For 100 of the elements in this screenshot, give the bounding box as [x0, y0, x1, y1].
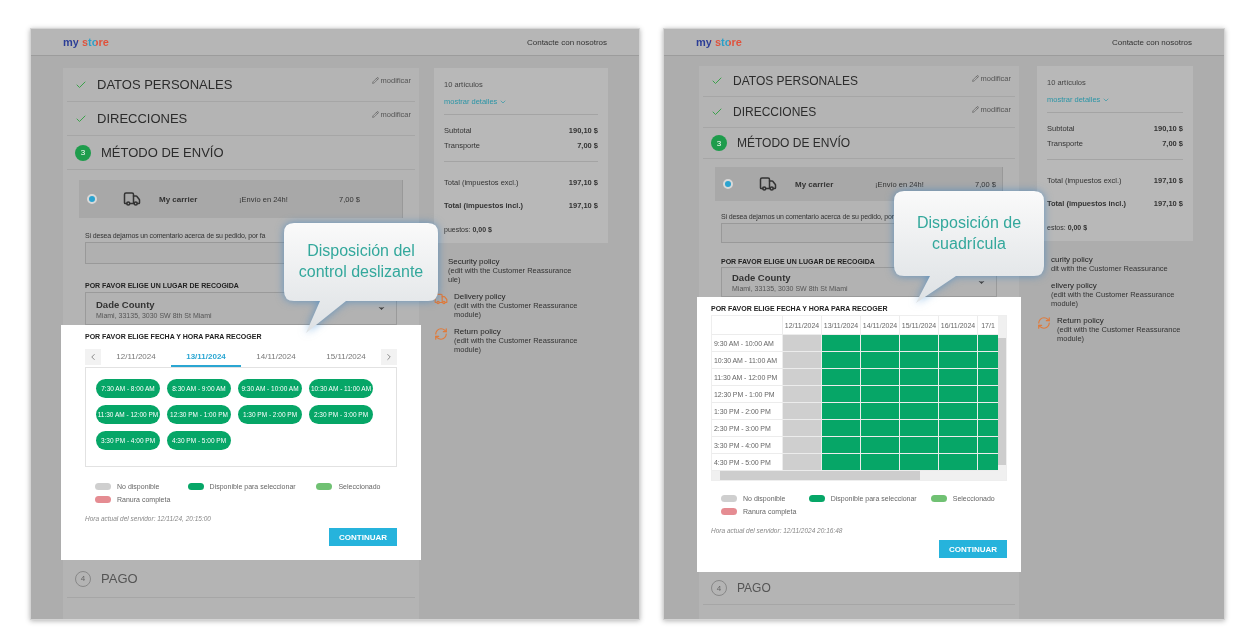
- check-icon: [711, 75, 723, 87]
- callout-text: Disposición del control deslizante: [297, 241, 425, 282]
- slot-cell[interactable]: [900, 352, 938, 368]
- slot-cell[interactable]: [861, 386, 899, 402]
- slot-cell[interactable]: [783, 335, 821, 351]
- slot-cell[interactable]: [978, 352, 998, 368]
- slot-cell[interactable]: [939, 454, 977, 470]
- date-tab[interactable]: 14/11/2024: [241, 347, 311, 367]
- contact-link[interactable]: Contacte con nosotros: [1111, 37, 1192, 47]
- step-title[interactable]: MÉTODO DE ENVÍO: [101, 145, 224, 160]
- policy-title: Security policy: [448, 257, 501, 266]
- slot-cell[interactable]: [978, 454, 998, 470]
- slot-cell[interactable]: [822, 352, 860, 368]
- slot-cell[interactable]: [822, 420, 860, 436]
- chevron-right-icon: [384, 352, 394, 362]
- slot-cell[interactable]: [783, 454, 821, 470]
- previous-button[interactable]: [85, 349, 101, 365]
- radio-button[interactable]: [87, 194, 97, 204]
- step-title[interactable]: PAGO: [101, 571, 138, 586]
- policy-icon: [1037, 316, 1051, 330]
- continue-button[interactable]: CONTINUAR: [939, 540, 1007, 558]
- step-title[interactable]: DIRECCIONES: [733, 105, 817, 119]
- truck-icon: [759, 175, 777, 193]
- radio-button[interactable]: [723, 179, 733, 189]
- slot-cell[interactable]: [783, 386, 821, 402]
- slot-cell[interactable]: [978, 403, 998, 419]
- policy-title: Return policy: [1057, 316, 1105, 325]
- vertical-scrollbar[interactable]: [998, 316, 1006, 471]
- store-logo[interactable]: my store: [63, 36, 109, 48]
- slot-cell[interactable]: [939, 420, 977, 436]
- slot-cell[interactable]: [783, 352, 821, 368]
- continue-button[interactable]: CONTINUAR: [329, 528, 397, 546]
- policy-icon: [434, 327, 448, 341]
- slot-cell[interactable]: [783, 369, 821, 385]
- slot-cell[interactable]: [900, 403, 938, 419]
- slot-cell[interactable]: [978, 335, 998, 351]
- slot-cell[interactable]: [783, 403, 821, 419]
- policy-title: Return policy: [454, 327, 502, 336]
- chevron-left-icon: [88, 352, 98, 362]
- policy-title: curity policy: [1051, 255, 1094, 264]
- place-name: Dade County: [96, 298, 156, 310]
- store-logo[interactable]: my store: [696, 36, 742, 48]
- slot-cell[interactable]: [861, 420, 899, 436]
- step-number: 3: [711, 135, 727, 151]
- slot-cell[interactable]: [939, 437, 977, 453]
- pencil-icon: [371, 111, 379, 118]
- slot-cell[interactable]: [900, 420, 938, 436]
- step-title[interactable]: DATOS PERSONALES: [97, 77, 233, 92]
- slot-cell[interactable]: [783, 437, 821, 453]
- slot-cell[interactable]: [978, 369, 998, 385]
- slot-cell[interactable]: [900, 454, 938, 470]
- slot-cell[interactable]: [900, 437, 938, 453]
- next-button[interactable]: [381, 349, 397, 365]
- slot-cell[interactable]: [822, 437, 860, 453]
- carrier-name: My carrier: [159, 194, 199, 204]
- slot-cell[interactable]: [783, 420, 821, 436]
- pencil-icon: [971, 75, 979, 82]
- slot-cell[interactable]: [822, 403, 860, 419]
- slot-cell[interactable]: [900, 335, 938, 351]
- slot-cell[interactable]: [822, 386, 860, 402]
- slot-cell[interactable]: [822, 369, 860, 385]
- step-number: 3: [75, 144, 91, 161]
- policy-icon: [434, 292, 448, 306]
- slot-cell[interactable]: [861, 403, 899, 419]
- slot-cell[interactable]: [978, 386, 998, 402]
- slot-cell[interactable]: [861, 352, 899, 368]
- slot-cell[interactable]: [822, 335, 860, 351]
- contact-link[interactable]: Contacte con nosotros: [526, 37, 607, 47]
- policy-title: Delivery policy: [454, 292, 507, 301]
- date-tab[interactable]: 13/11/2024: [171, 347, 241, 367]
- carrier-name: My carrier: [795, 179, 835, 189]
- slot-cell[interactable]: [861, 454, 899, 470]
- slot-cell[interactable]: [861, 369, 899, 385]
- slot-cell[interactable]: [939, 403, 977, 419]
- step-title[interactable]: DATOS PERSONALES: [733, 74, 858, 88]
- slot-cell[interactable]: [861, 437, 899, 453]
- slot-cell[interactable]: [939, 369, 977, 385]
- horizontal-scrollbar[interactable]: [712, 471, 1006, 480]
- policy-title: elivery policy: [1051, 281, 1098, 290]
- slot-cell[interactable]: [939, 335, 977, 351]
- place-name: Dade County: [732, 272, 792, 283]
- slot-cell[interactable]: [939, 386, 977, 402]
- slot-cell[interactable]: [861, 335, 899, 351]
- slot-cell[interactable]: [900, 369, 938, 385]
- date-tab[interactable]: 15/11/2024: [311, 347, 381, 367]
- pencil-icon: [371, 77, 379, 84]
- step-title[interactable]: MÉTODO DE ENVÍO: [737, 136, 851, 150]
- date-tab[interactable]: 12/11/2024: [101, 347, 171, 367]
- callout-text: Disposición de cuadrícula: [915, 212, 1023, 254]
- slot-cell[interactable]: [939, 352, 977, 368]
- slot-cell[interactable]: [900, 386, 938, 402]
- slot-cell[interactable]: [978, 437, 998, 453]
- step-title[interactable]: DIRECCIONES: [97, 111, 188, 126]
- slot-cell[interactable]: [822, 454, 860, 470]
- pencil-icon: [971, 106, 979, 113]
- step-title[interactable]: PAGO: [737, 581, 771, 595]
- check-icon: [711, 106, 723, 118]
- slot-cell[interactable]: [978, 420, 998, 436]
- caret-icon: [377, 304, 386, 313]
- truck-icon: [123, 190, 141, 208]
